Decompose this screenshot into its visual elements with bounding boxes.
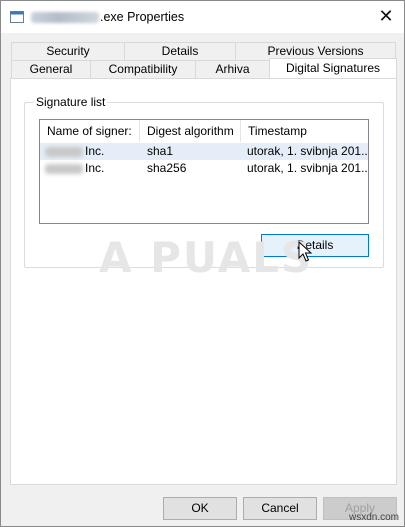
signer-name: Inc. [85,144,105,158]
timestamp: utorak, 1. svibnja 201... [247,161,369,175]
executable-file-icon [10,10,24,24]
mouse-pointer-icon [298,240,313,266]
list-header: Name of signer: Digest algorithm Timesta… [40,120,368,142]
cancel-button[interactable]: Cancel [243,497,317,520]
credit-text: wsxdn.com [348,512,399,523]
ok-button[interactable]: OK [163,497,237,520]
column-timestamp[interactable]: Timestamp [241,120,368,142]
title-bar: .exe Properties ✕ [1,1,404,33]
list-item[interactable]: Inc. sha1 utorak, 1. svibnja 201... [40,143,368,160]
blurred-signer [45,147,83,157]
tab-details[interactable]: Details [124,42,236,60]
watermark-logo: A PUALS [99,233,314,282]
tab-general[interactable]: General [11,60,91,78]
digest-algorithm: sha1 [147,144,174,158]
tab-digital-signatures[interactable]: Digital Signatures [269,58,397,78]
blurred-filename [31,12,99,23]
tab-compatibility[interactable]: Compatibility [90,60,196,78]
signer-name: Inc. [85,161,105,175]
column-name-of-signer[interactable]: Name of signer: [40,120,140,142]
tab-security[interactable]: Security [11,42,125,60]
signature-list[interactable]: Name of signer: Digest algorithm Timesta… [39,119,369,224]
properties-window: .exe Properties ✕ Security Details Previ… [0,0,405,527]
signature-list-label: Signature list [34,95,108,109]
column-digest-algorithm[interactable]: Digest algorithm [140,120,241,142]
window-title: .exe Properties [100,10,185,24]
close-icon[interactable]: ✕ [374,5,398,29]
list-item[interactable]: Inc. sha256 utorak, 1. svibnja 201... [40,160,368,177]
timestamp: utorak, 1. svibnja 201... [247,144,369,158]
tab-arhiva[interactable]: Arhiva [195,60,270,78]
blurred-signer [45,164,83,174]
digest-algorithm: sha256 [147,161,187,175]
